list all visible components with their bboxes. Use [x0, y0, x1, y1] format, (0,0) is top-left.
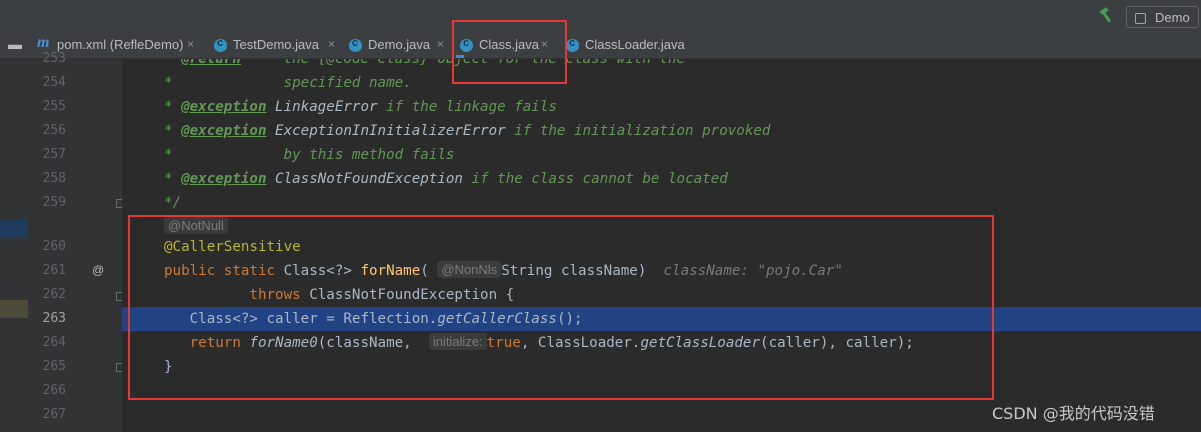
- java-class-icon: [214, 37, 227, 52]
- editor-tab-bar: ▬ m pom.xml (RefleDemo) × TestDemo.java …: [0, 33, 1201, 59]
- java-class-icon: [349, 37, 362, 52]
- code-line-253: * @return the {@code Class} object for t…: [164, 59, 686, 67]
- line-number: 253: [42, 51, 66, 66]
- watermark: CSDN @我的代码没错: [992, 404, 1155, 423]
- line-number: 255: [42, 99, 66, 114]
- line-number-current: 263: [42, 311, 66, 326]
- run-configuration-selector[interactable]: Demo: [1126, 6, 1199, 28]
- side-indicator: [0, 300, 28, 318]
- tab-label: pom.xml (RefleDemo): [57, 37, 184, 52]
- line-number: 258: [42, 171, 66, 186]
- close-icon[interactable]: ×: [187, 37, 194, 51]
- override-marker-icon[interactable]: @: [92, 263, 104, 277]
- java-class-locked-icon: [566, 37, 579, 52]
- tab-list-menu-icon[interactable]: ▬: [8, 36, 22, 52]
- line-number: 265: [42, 359, 66, 374]
- line-number: 262: [42, 287, 66, 302]
- line-number: 266: [42, 383, 66, 398]
- code-line-257: * by this method fails: [164, 147, 455, 163]
- line-number: 261: [42, 263, 66, 278]
- side-indicator: [0, 220, 28, 238]
- code-line-255: * @exception LinkageError if the linkage…: [164, 99, 557, 115]
- highlight-box-class-tab: [452, 20, 567, 84]
- line-number: 267: [42, 407, 66, 422]
- run-config-label: Demo: [1155, 10, 1190, 25]
- close-icon[interactable]: ×: [437, 37, 444, 51]
- line-number: 259: [42, 195, 66, 210]
- tab-label: Demo.java: [368, 37, 431, 52]
- line-number: 256: [42, 123, 66, 138]
- main-toolbar: Demo: [0, 0, 1201, 33]
- code-line-259: */: [164, 195, 182, 211]
- tab-label: TestDemo.java: [233, 37, 319, 52]
- highlight-box-forname-method: [128, 215, 994, 400]
- code-line-256: * @exception ExceptionInInitializerError…: [164, 123, 771, 139]
- tab-label: ClassLoader.java: [585, 37, 685, 52]
- line-number: 254: [42, 75, 66, 90]
- hammer-icon[interactable]: [1098, 6, 1116, 24]
- code-line-254: * specified name.: [164, 75, 412, 91]
- line-number-gutter[interactable]: 253 254 255 256 257 258 259 260 261 262 …: [0, 51, 125, 432]
- close-icon[interactable]: ×: [328, 37, 335, 51]
- run-config-icon: [1135, 13, 1146, 24]
- line-number: 257: [42, 147, 66, 162]
- line-number: 260: [42, 239, 66, 254]
- line-number: 264: [42, 335, 66, 350]
- code-line-258: * @exception ClassNotFoundException if t…: [164, 171, 728, 187]
